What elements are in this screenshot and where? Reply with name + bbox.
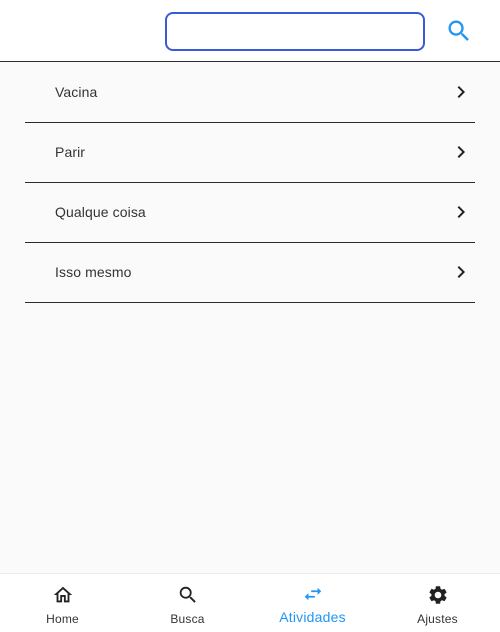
app-screen: Vacina Parir Qualque coisa Isso mesmo Ho… xyxy=(0,0,500,632)
nav-label-atividades: Atividades xyxy=(279,609,346,625)
search-input[interactable] xyxy=(165,12,425,51)
list-item[interactable]: Qualque coisa xyxy=(25,183,475,243)
nav-item-atividades[interactable]: Atividades xyxy=(250,574,375,632)
home-icon xyxy=(53,586,72,603)
search-button[interactable] xyxy=(444,16,474,46)
list-item[interactable]: Vacina xyxy=(25,63,475,123)
search-icon xyxy=(179,586,196,603)
top-bar xyxy=(0,0,500,62)
swap-arrows-icon xyxy=(304,587,321,601)
search-icon xyxy=(448,20,469,41)
chevron-right-icon xyxy=(457,146,465,158)
chevron-right-icon xyxy=(457,206,465,218)
nav-label-home: Home xyxy=(46,612,79,626)
bottom-navigation: Home Busca Atividades Ajustes xyxy=(0,573,500,632)
list-item-label: Isso mesmo xyxy=(55,264,132,280)
list-item[interactable]: Parir xyxy=(25,123,475,183)
gear-icon xyxy=(428,586,447,604)
chevron-right-icon xyxy=(457,266,465,278)
nav-label-ajustes: Ajustes xyxy=(417,612,458,626)
nav-item-ajustes[interactable]: Ajustes xyxy=(375,574,500,632)
chevron-right-icon xyxy=(457,86,465,98)
list-item[interactable]: Isso mesmo xyxy=(25,243,475,303)
nav-label-busca: Busca xyxy=(170,612,205,626)
list-item-label: Parir xyxy=(55,144,86,160)
nav-item-busca[interactable]: Busca xyxy=(125,574,250,632)
activity-list: Vacina Parir Qualque coisa Isso mesmo xyxy=(25,63,475,303)
list-item-label: Qualque coisa xyxy=(55,204,146,220)
nav-item-home[interactable]: Home xyxy=(0,574,125,632)
list-item-label: Vacina xyxy=(55,84,98,100)
